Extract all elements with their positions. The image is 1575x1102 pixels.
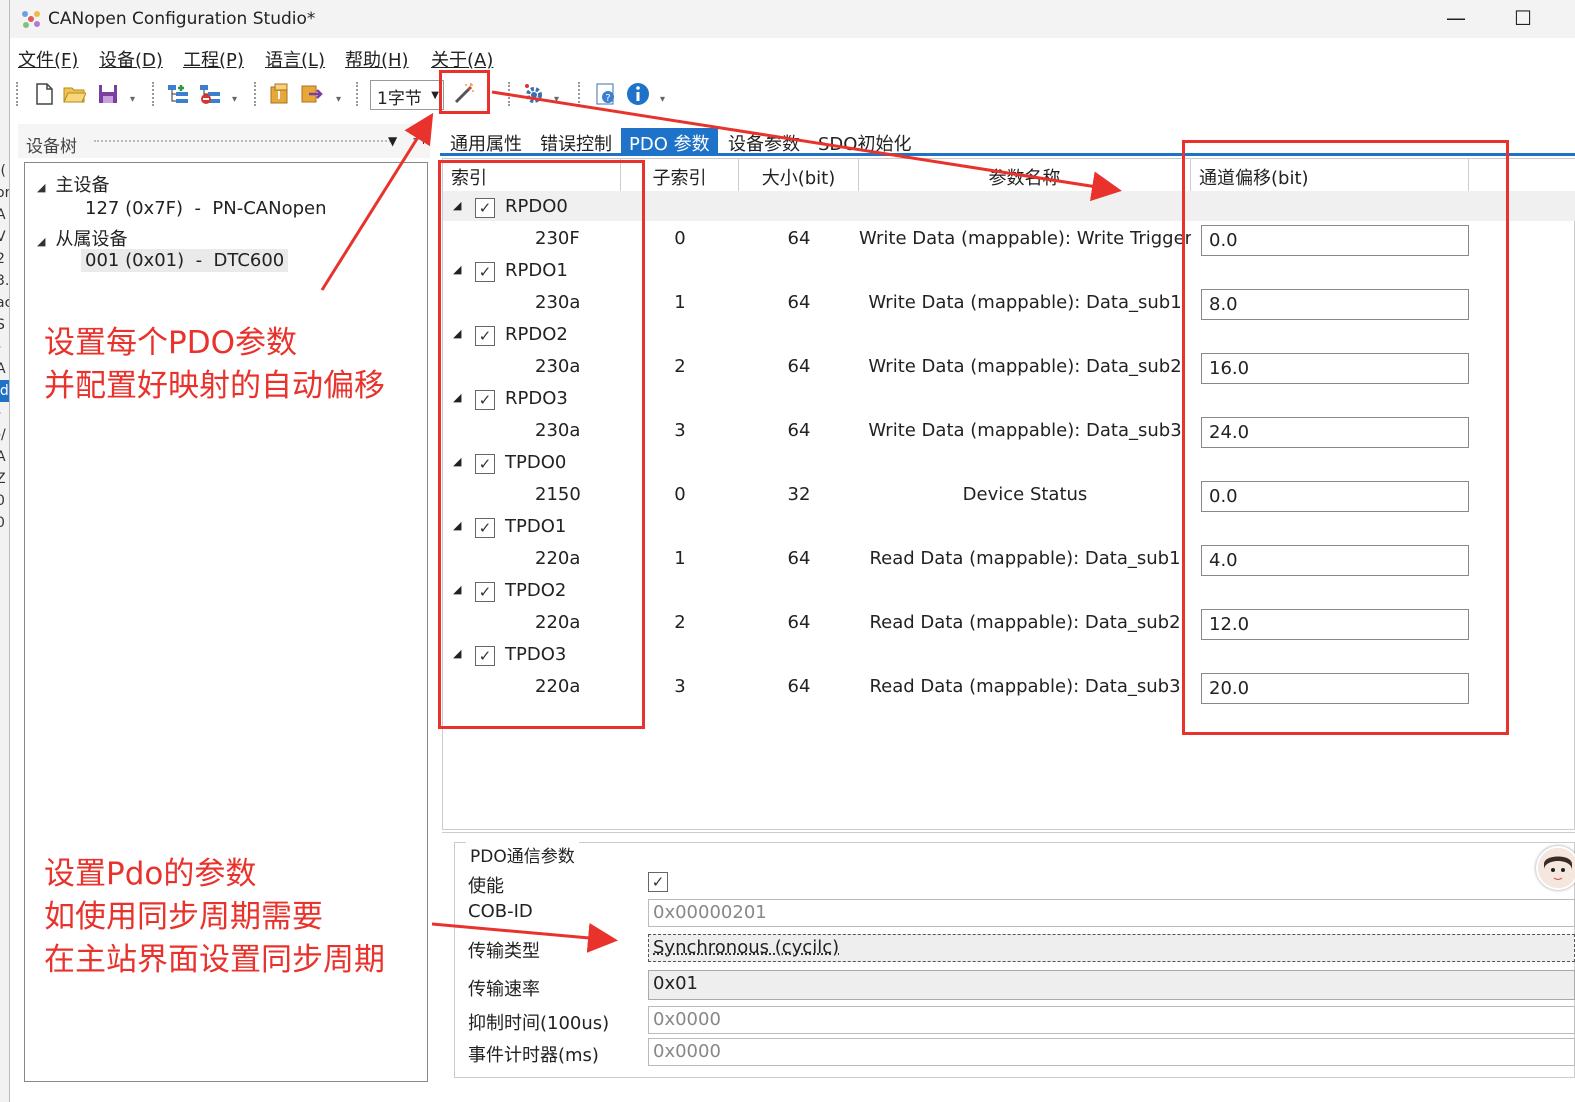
annotation-line: 并配置好映射的自动偏移	[44, 368, 385, 404]
annotation-text-1: 设置每个PDO参数 并配置好映射的自动偏移	[44, 322, 385, 408]
annotation-line: 设置Pdo的参数	[44, 856, 257, 892]
annotation-line: 在主站界面设置同步周期	[44, 942, 385, 978]
annotation-line: 如使用同步周期需要	[44, 899, 323, 935]
annotation-text-2: 设置Pdo的参数 如使用同步周期需要 在主站界面设置同步周期	[44, 853, 385, 982]
annotation-line: 设置每个PDO参数	[44, 325, 297, 361]
